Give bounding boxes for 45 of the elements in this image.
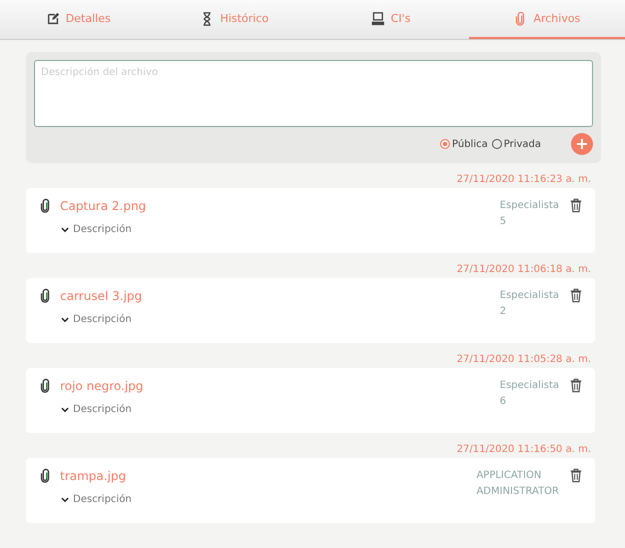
file-link[interactable]: Captura 2.png xyxy=(60,199,146,213)
description-toggle[interactable]: Descripción xyxy=(60,314,132,325)
chevron-down-icon xyxy=(60,224,70,234)
visibility-radio[interactable]: Privada xyxy=(492,138,541,150)
radio-circle[interactable] xyxy=(492,139,502,149)
author-label: Especialista 6 xyxy=(500,379,559,409)
delete-button[interactable] xyxy=(569,288,583,303)
radio-label: Pública xyxy=(452,138,488,150)
tab[interactable]: CI's xyxy=(312,0,469,39)
trash-icon xyxy=(569,198,583,213)
timestamp: 27/11/2020 11:16:50 a. m. xyxy=(456,443,592,457)
tab[interactable]: Archivos xyxy=(468,0,625,39)
chevron-down-icon xyxy=(60,314,70,324)
timestamp: 27/11/2020 11:05:28 a. m. xyxy=(456,353,592,367)
description-toggle[interactable]: Descripción xyxy=(60,224,132,235)
delete-button[interactable] xyxy=(569,198,583,213)
file-link[interactable]: trampa.jpg xyxy=(60,469,126,483)
timestamp: 27/11/2020 11:16:23 a. m. xyxy=(456,173,592,187)
add-button[interactable]: + xyxy=(571,133,593,155)
paperclip-icon xyxy=(38,288,52,304)
paperclip-icon xyxy=(38,378,52,394)
edit-icon xyxy=(46,12,60,26)
file-link[interactable]: rojo negro.jpg xyxy=(60,379,144,393)
radio-circle[interactable] xyxy=(440,139,450,149)
file-link[interactable]: carrusel 3.jpg xyxy=(60,289,142,303)
trash-icon xyxy=(569,468,583,483)
tab[interactable]: Histórico xyxy=(156,0,312,39)
visibility-radio[interactable]: Pública xyxy=(440,138,488,150)
timestamp: 27/11/2020 11:06:18 a. m. xyxy=(456,263,592,277)
author-label: Especialista 5 xyxy=(500,199,559,229)
description-toggle[interactable]: Descripción xyxy=(60,494,132,505)
radio-label: Privada xyxy=(504,138,541,150)
author-label: Especialista 2 xyxy=(500,289,559,319)
chevron-down-icon xyxy=(60,404,70,414)
description-toggle[interactable]: Descripción xyxy=(60,404,132,415)
paperclip-icon xyxy=(38,468,52,484)
author-label: APPLICATION ADMINISTRATOR xyxy=(476,469,559,499)
trash-icon xyxy=(569,288,583,303)
tab[interactable]: Detalles xyxy=(0,0,156,39)
delete-button[interactable] xyxy=(569,378,583,393)
chevron-down-icon xyxy=(60,494,70,504)
delete-button[interactable] xyxy=(569,468,583,483)
computer-icon xyxy=(370,12,385,26)
paperclip-icon xyxy=(38,198,52,214)
trash-icon xyxy=(569,378,583,393)
